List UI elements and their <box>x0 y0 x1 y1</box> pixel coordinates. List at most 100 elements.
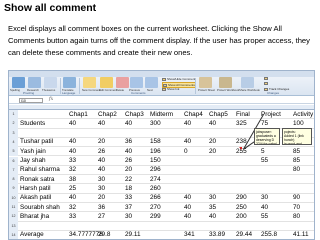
table-row[interactable]: Average 34.7777778 29.8 29.11 341 33.89 29.44 2… <box>18 231 314 239</box>
table-cell[interactable]: 75 <box>261 120 268 128</box>
table-cell[interactable]: 80 <box>293 166 300 174</box>
previous-comment-icon[interactable] <box>130 77 143 88</box>
row-number[interactable]: 11 <box>9 203 18 213</box>
table-cell[interactable]: 196 <box>150 148 161 156</box>
table-cell[interactable]: 70 <box>293 204 300 212</box>
table-cell[interactable]: Project <box>261 111 281 119</box>
table-cell[interactable]: 5 <box>261 148 265 156</box>
table-cell[interactable]: 40 <box>98 166 105 174</box>
table-cell[interactable]: 0 <box>184 148 188 156</box>
table-cell[interactable]: 260 <box>150 185 161 193</box>
table-cell[interactable]: 250 <box>236 204 247 212</box>
table-cell[interactable]: 29.8 <box>98 231 110 239</box>
table-cell[interactable]: 20 <box>209 148 216 156</box>
table-cell[interactable]: 85 <box>293 157 300 165</box>
table-cell[interactable]: 80 <box>293 213 300 221</box>
table-cell[interactable]: 18 <box>125 185 132 193</box>
table-cell[interactable]: Average <box>20 231 44 239</box>
table-cell[interactable]: 30 <box>98 185 105 193</box>
table-row[interactable]: Bharat jha 33 27 30 299 40 40 200 55 80 <box>18 212 314 222</box>
table-cell[interactable]: 266 <box>150 194 161 202</box>
table-row[interactable]: Chap1 Chap2 Chap3 Midterm Chap4 Chap5 Final Pro… <box>18 110 314 120</box>
table-cell[interactable]: Tushar patil <box>20 138 53 146</box>
table-cell[interactable]: Chap4 <box>184 111 203 119</box>
table-cell[interactable]: 299 <box>150 213 161 221</box>
table-row[interactable]: Yash jain 40 26 40 196 0 20 255 5 85 <box>18 147 314 157</box>
delete-comment-icon[interactable] <box>116 77 129 88</box>
next-comment-icon[interactable] <box>145 77 158 88</box>
table-cell[interactable]: 33 <box>125 194 132 202</box>
comment-box-1[interactable]: jobspuser: graduateds a deserving D 22/4… <box>254 128 280 145</box>
table-cell[interactable]: 33.89 <box>209 231 225 239</box>
table-cell[interactable]: 341 <box>184 231 195 239</box>
table-cell[interactable]: 100 <box>293 120 304 128</box>
row-number[interactable]: 13 <box>9 221 18 231</box>
table-cell[interactable]: 300 <box>150 120 161 128</box>
table-cell[interactable]: 30 <box>125 213 132 221</box>
protect-workbook-icon[interactable] <box>219 77 232 88</box>
table-cell[interactable]: 270 <box>150 204 161 212</box>
table-cell[interactable]: Chap3 <box>125 111 144 119</box>
table-cell[interactable]: 290 <box>236 194 247 202</box>
next-comment-button[interactable]: Next <box>147 88 153 92</box>
table-cell[interactable]: 85 <box>293 148 300 156</box>
table-cell[interactable]: 36 <box>98 204 105 212</box>
table-cell[interactable]: Chap5 <box>209 111 228 119</box>
table-row[interactable]: Ronak satra 38 30 22 274 <box>18 175 314 185</box>
thesaurus-icon[interactable] <box>44 77 57 88</box>
row-number[interactable]: 14 <box>9 230 18 239</box>
table-cell[interactable]: 90 <box>293 194 300 202</box>
row-number[interactable]: 10 <box>9 193 18 203</box>
table-cell[interactable]: 296 <box>150 166 161 174</box>
table-cell[interactable]: 25 <box>69 185 76 193</box>
table-cell[interactable]: 32 <box>69 204 76 212</box>
table-cell[interactable]: Chap2 <box>98 111 117 119</box>
table-cell[interactable]: Activity <box>293 111 313 119</box>
table-cell[interactable]: 26 <box>125 157 132 165</box>
table-cell[interactable]: 36 <box>125 138 132 146</box>
row-number[interactable]: 3 <box>9 128 18 138</box>
table-cell[interactable]: Rahul sharma <box>20 166 60 174</box>
table-cell[interactable]: 20 <box>98 194 105 202</box>
row-number[interactable]: 6 <box>9 156 18 166</box>
table-row[interactable]: Jay shah 33 40 26 150 55 85 <box>18 157 314 166</box>
table-cell[interactable]: Harsh patil <box>20 185 51 193</box>
translate-icon[interactable] <box>63 77 76 88</box>
table-row[interactable]: Sourabh shah 32 36 37 270 40 35 250 40 70 <box>18 203 314 213</box>
table-cell[interactable]: 20 <box>209 138 216 146</box>
table-cell[interactable]: 158 <box>150 138 161 146</box>
edit-comment-icon[interactable] <box>100 77 113 88</box>
show-hide-comment-item[interactable]: Show/Hide Comment <box>162 77 195 81</box>
table-cell[interactable]: 37 <box>125 204 132 212</box>
table-row[interactable]: Harsh patil 25 30 18 260 <box>18 184 314 194</box>
protect-sheet-button[interactable]: Protect Sheet <box>198 88 215 92</box>
table-cell[interactable]: 40 <box>69 120 76 128</box>
table-cell[interactable]: Yash jain <box>20 148 46 156</box>
table-cell[interactable]: 20 <box>125 166 132 174</box>
table-cell[interactable]: 40 <box>184 204 191 212</box>
table-cell[interactable]: 41.11 <box>293 231 309 239</box>
comment-box-2[interactable]: pojects: Added 1 (link hunch) in good an… <box>282 128 312 145</box>
share-workbook-button[interactable]: Share Workbook <box>239 88 260 92</box>
row-number[interactable]: 2 <box>9 119 18 129</box>
table-cell[interactable]: Chap1 <box>69 111 88 119</box>
table-cell[interactable]: Final <box>236 111 250 119</box>
protect-sheet-icon[interactable] <box>199 77 212 88</box>
table-cell[interactable]: Students <box>20 120 45 128</box>
table-cell[interactable]: 40 <box>69 194 76 202</box>
row-number[interactable]: 9 <box>9 184 18 194</box>
edit-comment-button[interactable]: Edit Comment <box>99 88 117 92</box>
table-cell[interactable]: 40 <box>184 213 191 221</box>
row-number[interactable]: 1 <box>9 110 18 120</box>
table-cell[interactable]: 38 <box>69 176 76 184</box>
table-cell[interactable]: 35 <box>209 204 216 212</box>
table-cell[interactable]: 40 <box>184 138 191 146</box>
table-cell[interactable]: 33 <box>69 213 76 221</box>
table-cell[interactable]: 55 <box>261 157 268 165</box>
table-cell[interactable]: 20 <box>98 138 105 146</box>
table-cell[interactable]: 22 <box>125 176 132 184</box>
table-cell[interactable]: 30 <box>209 194 216 202</box>
table-cell[interactable]: Ronak satra <box>20 176 54 184</box>
table-cell[interactable]: 40 <box>184 120 191 128</box>
table-cell[interactable]: Akash patil <box>20 194 51 202</box>
